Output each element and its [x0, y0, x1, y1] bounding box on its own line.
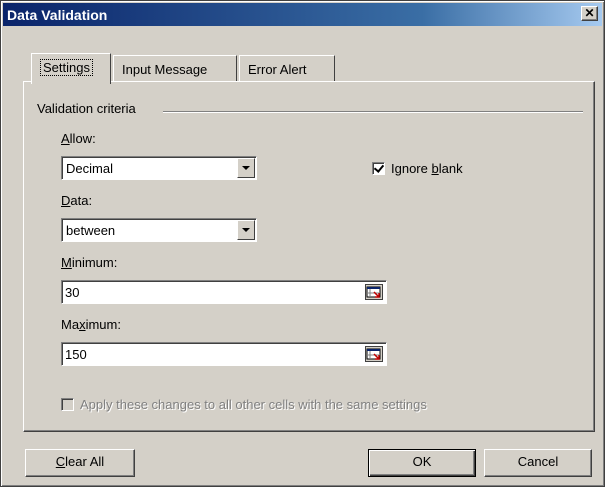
range-selector-icon[interactable]: [365, 346, 383, 362]
minimum-input[interactable]: 30: [61, 280, 387, 304]
ignore-blank-checkbox[interactable]: [372, 162, 385, 175]
tab-input-message-label: Input Message: [122, 62, 208, 77]
ok-button[interactable]: OK: [368, 449, 476, 477]
ignore-blank-label: Ignore blank: [391, 161, 463, 176]
data-dropdown[interactable]: between: [61, 218, 257, 242]
data-validation-dialog: Data Validation ✕ Settings Input Message…: [0, 0, 605, 487]
minimum-value: 30: [65, 285, 80, 300]
data-label: Data:: [61, 193, 93, 208]
validation-criteria-label: Validation criteria: [37, 101, 140, 116]
allow-value: Decimal: [66, 161, 113, 176]
data-dropdown-arrow[interactable]: [237, 220, 255, 240]
apply-all-checkbox-row: Apply these changes to all other cells w…: [61, 397, 427, 412]
group-divider: [163, 111, 583, 113]
minimum-label: Minimum:: [61, 255, 118, 270]
maximum-label: Maximum:: [61, 317, 121, 332]
tab-error-alert-label: Error Alert: [248, 62, 307, 77]
maximum-value: 150: [65, 347, 87, 362]
apply-all-label: Apply these changes to all other cells w…: [80, 397, 427, 412]
maximum-input[interactable]: 150: [61, 342, 387, 366]
allow-dropdown[interactable]: Decimal: [61, 156, 257, 180]
data-value: between: [66, 223, 116, 238]
tab-error-alert[interactable]: Error Alert: [239, 55, 335, 81]
allow-label: Allow:: [61, 131, 96, 146]
close-icon: ✕: [584, 6, 595, 20]
cancel-button[interactable]: Cancel: [484, 449, 592, 477]
ignore-blank-checkbox-row[interactable]: Ignore blank: [372, 161, 463, 176]
allow-dropdown-arrow[interactable]: [237, 158, 255, 178]
tab-input-message[interactable]: Input Message: [113, 55, 237, 81]
tab-settings-label: Settings: [40, 59, 93, 76]
title-bar[interactable]: Data Validation ✕: [3, 3, 602, 26]
apply-all-checkbox: [61, 398, 74, 411]
close-button[interactable]: ✕: [581, 6, 598, 21]
window-title: Data Validation: [7, 7, 108, 23]
clear-all-button[interactable]: Clear All: [25, 449, 135, 477]
range-selector-icon[interactable]: [365, 284, 383, 300]
tab-settings[interactable]: Settings: [31, 53, 111, 84]
